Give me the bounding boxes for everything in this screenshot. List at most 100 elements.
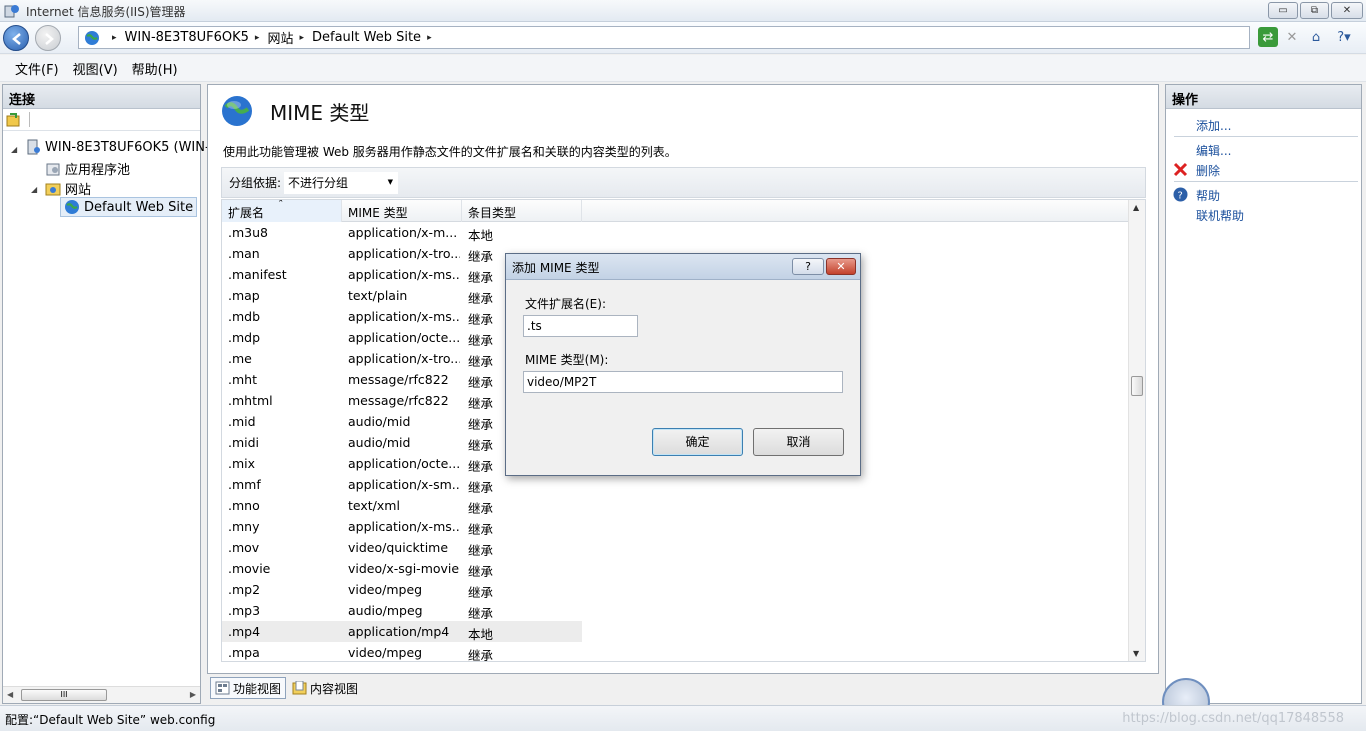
sort-ascending-icon: ˆ [278,199,284,211]
address-bar[interactable]: ▸ WIN-8E3T8UF6OK5 ▸ 网站 ▸ Default Web Site ▸ [78,26,1250,49]
breadcrumb-site[interactable]: ▸ Default Web Site [293,30,421,45]
table-row[interactable]: .mmf application/x-sm... 继承 [222,474,582,495]
maximize-button[interactable]: ⧉ [1300,2,1329,19]
cell-entry-type: 继承 [468,585,494,600]
back-arrow-icon [12,33,21,45]
cell-mime-type: text/xml [348,498,400,513]
cell-entry-type: 本地 [468,627,494,642]
vertical-scrollbar[interactable]: ▲ ▼ [1128,200,1145,661]
chevron-right-icon: ▸ [427,32,432,43]
collapse-icon[interactable]: ◢ [31,185,37,194]
scroll-right-icon[interactable]: ▶ [190,690,196,699]
actions-panel: 操作 添加... 编辑... 删除 ? 帮助 联机帮助 [1165,84,1362,704]
menu-file[interactable]: 文件(F) [8,59,66,78]
table-row[interactable]: .mp4 application/mp4 本地 [222,621,582,642]
table-row[interactable]: .mp2 video/mpeg 继承 [222,579,582,600]
mime-type-input[interactable]: video/MP2T [523,371,843,393]
table-row[interactable]: .mpa video/mpeg 继承 [222,642,582,662]
home-icon[interactable]: ⌂ [1306,27,1326,47]
table-header: 扩展名 ˆ MIME 类型 条目类型 [222,200,1130,222]
globe-icon [85,30,99,45]
cell-extension: .me [228,351,252,366]
cell-entry-type: 继承 [468,648,494,662]
group-by-select[interactable]: 不进行分组 ▼ [284,171,399,194]
tree-node-app-pools[interactable]: 应用程序池 [45,159,130,178]
menu-help[interactable]: 帮助(H) [125,59,185,78]
table-row[interactable]: .mny application/x-ms... 继承 [222,516,582,537]
scroll-up-icon[interactable]: ▲ [1133,203,1139,212]
action-online-help[interactable]: 联机帮助 [1196,207,1244,224]
table-row[interactable]: .movie video/x-sgi-movie 继承 [222,558,582,579]
action-delete[interactable]: 删除 [1196,162,1220,179]
tree-node-label: WIN-8E3T8UF6OK5 (WIN-8 [45,139,218,155]
tree-node-default-web-site[interactable]: Default Web Site [60,197,198,217]
globe-icon [65,200,79,214]
cell-extension: .movie [228,561,271,576]
server-icon [27,139,40,155]
iis-app-icon [4,5,19,18]
breadcrumb-sites[interactable]: ▸ 网站 [249,28,294,47]
breadcrumb-server[interactable]: ▸ WIN-8E3T8UF6OK5 [106,30,249,45]
cell-mime-type: video/x-sgi-movie [348,561,460,576]
connect-icon[interactable] [6,112,22,128]
cell-entry-type: 本地 [468,228,494,243]
chevron-right-icon: ▸ [112,32,117,43]
add-mime-type-dialog: 添加 MIME 类型 ? ✕ 文件扩展名(E): .ts MIME 类型(M):… [505,253,861,476]
table-row[interactable]: .mno text/xml 继承 [222,495,582,516]
cancel-button[interactable]: 取消 [753,428,844,456]
help-dropdown-icon[interactable]: ?▾ [1330,27,1358,47]
cell-mime-type: application/octe... [348,456,460,471]
refresh-icon[interactable]: ⇄ [1258,27,1278,47]
tab-label: 内容视图 [310,681,359,696]
cell-extension: .mht [228,372,257,387]
tree-node-server[interactable]: WIN-8E3T8UF6OK5 (WIN-8 [25,139,218,155]
dialog-help-button[interactable]: ? [792,258,824,275]
column-header-mime-type[interactable]: MIME 类型 [342,200,462,222]
scroll-thumb[interactable]: III [21,689,107,701]
cell-mime-type: application/x-ms... [348,309,460,324]
dialog-title: 添加 MIME 类型 [512,261,600,275]
breadcrumb-more[interactable]: ▸ [421,33,440,43]
extension-input[interactable]: .ts [523,315,638,337]
tree-node-sites[interactable]: 网站 [45,179,91,198]
back-button[interactable] [3,25,29,51]
cell-mime-type: text/plain [348,288,408,303]
minimize-button[interactable]: ▭ [1268,2,1298,19]
column-header-extension[interactable]: 扩展名 ˆ [222,200,342,222]
stop-icon[interactable]: ✕ [1282,27,1302,47]
cell-extension: .m3u8 [228,225,268,240]
menu-view[interactable]: 视图(V) [66,59,125,78]
cell-extension: .mny [228,519,260,534]
tab-content-view[interactable]: 内容视图 [288,677,362,699]
column-header-entry-type[interactable]: 条目类型 [462,200,582,222]
status-text: 配置:“Default Web Site” web.config [5,713,216,727]
action-add[interactable]: 添加... [1196,117,1231,134]
cell-mime-type: application/x-ms... [348,267,460,282]
close-button[interactable]: ✕ [1331,2,1363,19]
action-edit[interactable]: 编辑... [1196,142,1231,159]
cell-mime-type: message/rfc822 [348,372,449,387]
tab-features-view[interactable]: 功能视图 [210,677,287,699]
table-row[interactable]: .mov video/quicktime 继承 [222,537,582,558]
scroll-down-icon[interactable]: ▼ [1133,649,1139,658]
cell-mime-type: application/x-ms... [348,519,460,534]
collapse-icon[interactable]: ◢ [11,145,17,154]
cell-mime-type: video/mpeg [348,645,423,660]
extension-label: 文件扩展名(E): [525,297,606,311]
chevron-down-icon: ▼ [387,177,394,186]
app-pool-icon [46,163,60,175]
ok-button[interactable]: 确定 [652,428,743,456]
cell-extension: .midi [228,435,260,450]
scroll-thumb[interactable] [1131,376,1143,396]
breadcrumb-label: 网站 [267,32,294,47]
chevron-right-icon: ▸ [299,32,304,43]
forward-button[interactable] [35,25,61,51]
connections-panel: 连接 ◢ WIN-8E3T8UF6OK5 (WIN-8 应用程序池 ◢ 网站 D… [2,84,218,704]
dialog-close-button[interactable]: ✕ [826,258,856,275]
scroll-left-icon[interactable]: ◀ [7,690,13,699]
horizontal-scrollbar[interactable]: ◀ III ▶ [3,686,200,703]
sites-folder-icon [45,183,61,195]
table-row[interactable]: .m3u8 application/x-m... 本地 [222,222,582,243]
action-help[interactable]: 帮助 [1196,187,1220,204]
table-row[interactable]: .mp3 audio/mpeg 继承 [222,600,582,621]
